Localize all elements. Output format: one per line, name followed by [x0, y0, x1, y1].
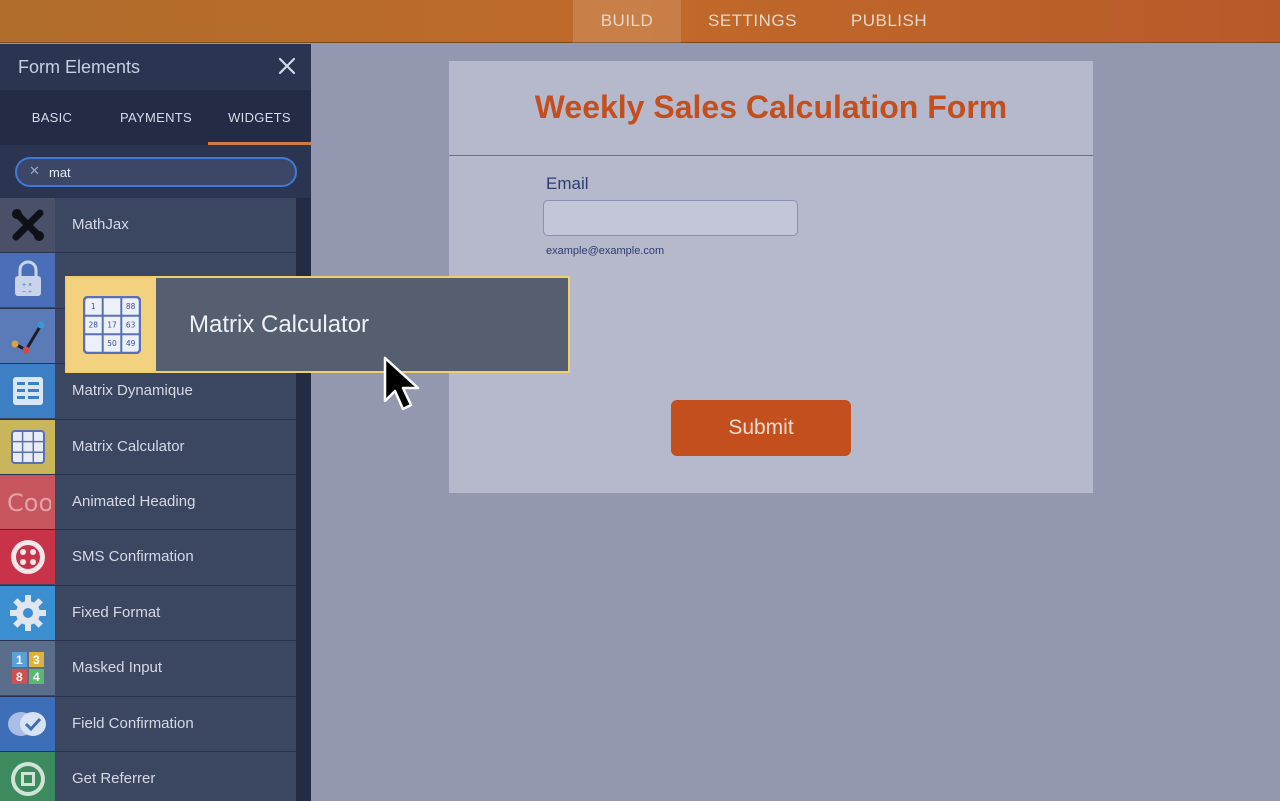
grid-calculator-icon: 1 88 28 17 63 50 49 — [67, 278, 156, 371]
list-icon — [0, 364, 55, 419]
svg-text:8: 8 — [16, 670, 23, 684]
list-item-label: Masked Input — [72, 659, 163, 677]
email-field[interactable] — [543, 200, 798, 236]
dragged-widget-label: Matrix Calculator — [189, 311, 370, 338]
list-item[interactable]: Field Confirmation — [0, 696, 296, 752]
form-header: Weekly Sales Calculation Form — [449, 61, 1093, 156]
animated-text-icon: Cool — [0, 474, 55, 529]
svg-text:4: 4 — [33, 670, 40, 684]
svg-text:50: 50 — [107, 339, 117, 348]
list-item-label: Get Referrer — [72, 769, 156, 787]
email-sublabel: example@example.com — [546, 245, 665, 257]
grid-calculator-icon — [0, 419, 55, 474]
svg-text:+ ×: + × — [22, 282, 32, 289]
sms-icon — [0, 530, 55, 585]
list-item-label: Animated Heading — [72, 492, 196, 510]
panel-title: Form Elements — [18, 57, 141, 77]
list-item[interactable]: Matrix Calculator — [0, 419, 296, 475]
list-item-label: SMS Confirmation — [72, 548, 194, 566]
list-item[interactable]: Cool Animated Heading — [0, 474, 296, 531]
element-category-tabs: BASIC PAYMENTS WIDGETS — [0, 90, 311, 145]
search-value: mat — [49, 165, 71, 180]
tools-icon — [0, 198, 55, 252]
svg-text:3: 3 — [33, 653, 40, 667]
submit-button[interactable]: Submit — [671, 400, 851, 456]
svg-text:49: 49 — [125, 339, 135, 348]
svg-text:1: 1 — [90, 302, 95, 311]
list-item[interactable]: SMS Confirmation — [0, 530, 296, 586]
email-label: Email — [546, 174, 589, 193]
list-item-label: Fixed Format — [72, 603, 161, 621]
top-navigation: BUILD SETTINGS PUBLISH — [0, 0, 1280, 43]
tab-settings[interactable]: SETTINGS — [695, 0, 810, 43]
svg-text:1: 1 — [16, 653, 23, 667]
list-item[interactable]: Get Referrer — [0, 751, 296, 801]
graph-line-icon — [0, 308, 55, 363]
svg-text:63: 63 — [125, 320, 135, 329]
tab-publish[interactable]: PUBLISH — [836, 0, 942, 43]
tab-basic[interactable]: BASIC — [0, 90, 104, 145]
list-item-label: Matrix Calculator — [72, 437, 185, 455]
tab-build[interactable]: BUILD — [573, 0, 681, 43]
gear-icon — [0, 585, 55, 640]
tab-payments[interactable]: PAYMENTS — [104, 90, 208, 145]
svg-text:Cool: Cool — [7, 489, 51, 517]
search-input[interactable]: ✕ mat — [15, 157, 297, 187]
svg-text:28: 28 — [88, 320, 98, 329]
svg-text:17: 17 — [107, 320, 117, 329]
svg-text:88: 88 — [125, 302, 135, 311]
tab-widgets[interactable]: WIDGETS — [208, 90, 311, 145]
check-bubble-icon — [0, 696, 55, 751]
svg-text:− ÷: − ÷ — [22, 289, 32, 296]
dragged-widget[interactable]: 1 88 28 17 63 50 49 Matrix Calculator — [65, 276, 570, 373]
list-item-label: Field Confirmation — [72, 714, 194, 732]
referrer-icon — [0, 751, 55, 801]
form-elements-panel: Form Elements BASIC PAYMENTS WIDGETS ✕ m… — [0, 44, 311, 801]
search-area: ✕ mat — [0, 145, 311, 198]
close-icon[interactable] — [277, 56, 297, 76]
clear-search-icon[interactable]: ✕ — [29, 163, 40, 179]
lock-calculator-icon: + × − ÷ — [0, 253, 55, 308]
list-item[interactable]: 1384 Masked Input — [0, 641, 296, 697]
list-item[interactable]: MathJax — [0, 198, 296, 254]
panel-header: Form Elements — [0, 44, 311, 90]
list-item[interactable]: Fixed Format — [0, 585, 296, 642]
mouse-cursor-icon — [383, 356, 420, 411]
numbers-icon: 1384 — [0, 641, 55, 696]
form-title[interactable]: Weekly Sales Calculation Form — [449, 89, 1093, 126]
list-item-label: MathJax — [72, 216, 129, 233]
